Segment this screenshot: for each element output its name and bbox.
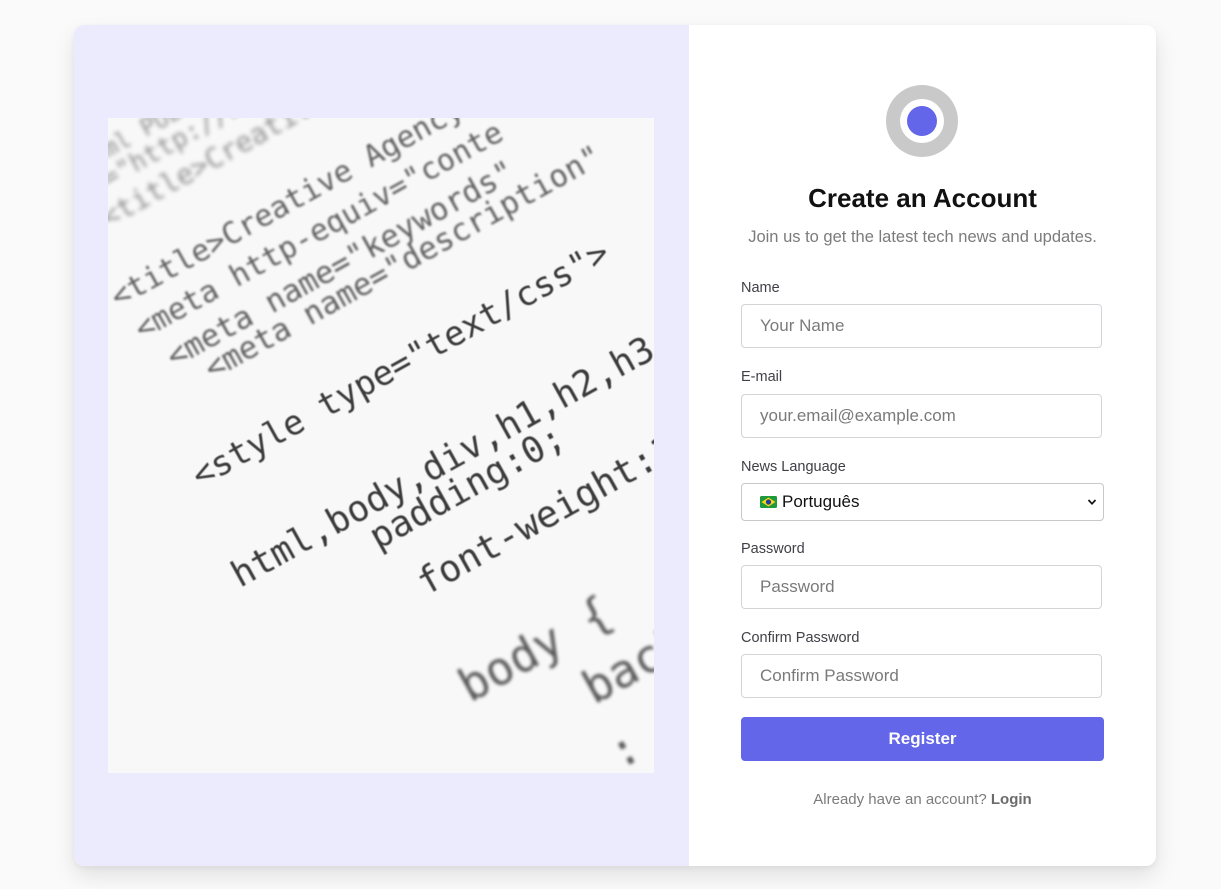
confirm-password-label: Confirm Password <box>741 630 860 646</box>
password-input[interactable] <box>741 565 1102 609</box>
email-input[interactable] <box>741 394 1102 438</box>
chevron-down-icon <box>1087 499 1097 506</box>
confirm-password-input[interactable] <box>741 654 1102 698</box>
code-photo: ml PUBLIC "-//W3C//DTD ="http://www.w3.o… <box>108 118 654 773</box>
login-link[interactable]: Login <box>991 791 1032 808</box>
login-prompt: Already have an account? Login <box>689 791 1156 808</box>
email-label: E-mail <box>741 369 783 385</box>
illustration-panel: ml PUBLIC "-//W3C//DTD ="http://www.w3.o… <box>74 25 689 866</box>
brazil-flag-icon <box>760 496 777 508</box>
login-prompt-text: Already have an account? <box>813 791 987 808</box>
form-panel: Create an Account Join us to get the lat… <box>689 25 1156 866</box>
password-label: Password <box>741 541 805 557</box>
name-input[interactable] <box>741 304 1102 348</box>
logo-icon <box>886 85 958 157</box>
register-card: ml PUBLIC "-//W3C//DTD ="http://www.w3.o… <box>74 25 1156 866</box>
news-language-label: News Language <box>741 459 846 475</box>
page-subtitle: Join us to get the latest tech news and … <box>748 228 1097 246</box>
news-language-select[interactable]: Português <box>741 483 1104 521</box>
register-button[interactable]: Register <box>741 717 1104 761</box>
page-title: Create an Account <box>808 183 1037 213</box>
news-language-value: Português <box>782 492 860 511</box>
name-label: Name <box>741 280 780 296</box>
